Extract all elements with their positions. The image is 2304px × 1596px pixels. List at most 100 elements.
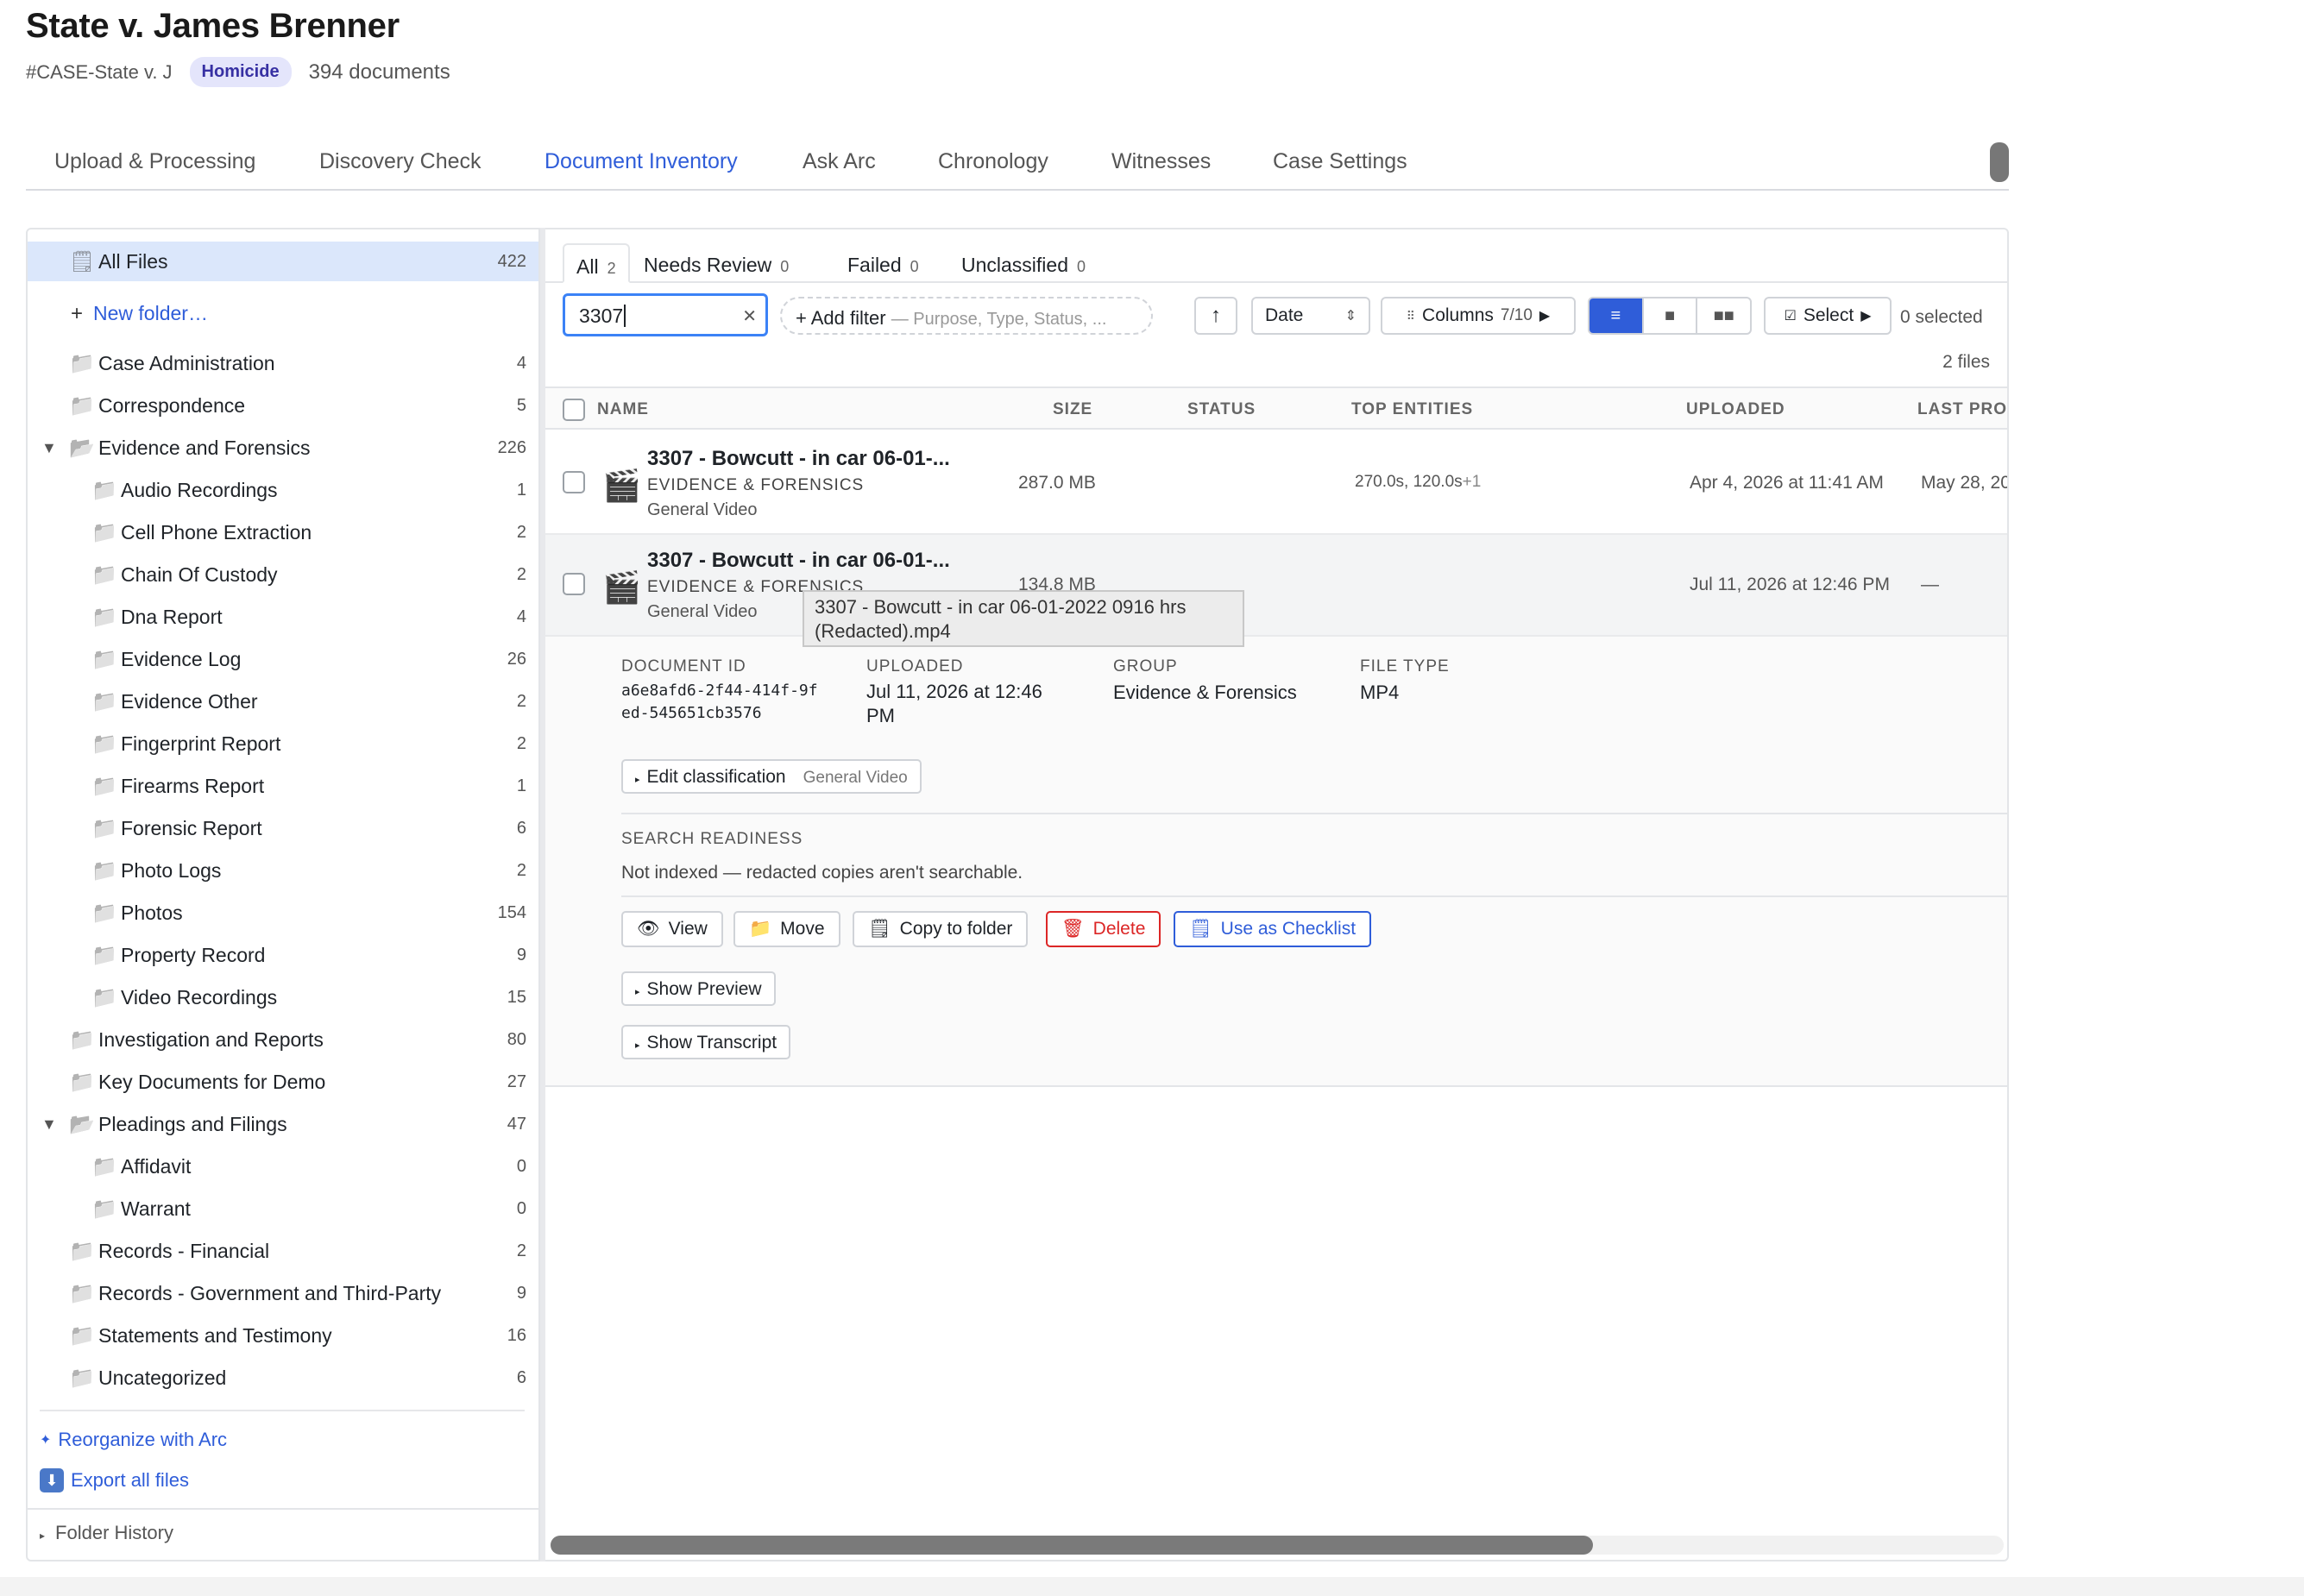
tab-witnesses[interactable]: Witnesses [1111,149,1211,174]
select-button[interactable]: ☑ Select ▶ [1764,297,1892,335]
folder-icon: 📁 [91,1197,117,1221]
folder-uncategorized[interactable]: 📁 Uncategorized 6 [28,1358,538,1398]
folder-all-files[interactable]: 🗒 All Files 422 [28,242,538,281]
entities-value: 270.0s, 120.0s [1355,473,1463,491]
folder-evidence-log[interactable]: 📁 Evidence Log 26 [28,639,538,679]
tab-chronology[interactable]: Chronology [938,149,1048,174]
folder-history-toggle[interactable]: ▸ Folder History [28,1508,538,1560]
folder-records-financial[interactable]: 📁 Records - Financial 2 [28,1231,538,1271]
scrollbar-thumb[interactable] [551,1536,1593,1555]
column-header-name[interactable]: NAME [597,400,649,419]
folder-correspondence[interactable]: 📁 Correspondence 5 [28,386,538,425]
tab-upload-processing[interactable]: Upload & Processing [54,149,255,174]
last-processed-date: May 28, 2026 [1921,473,2009,493]
subtab-label: Failed [847,254,902,276]
grid-view-icon[interactable]: ■ [1641,298,1697,333]
folder-cell-phone-extraction[interactable]: 📁 Cell Phone Extraction 2 [28,512,538,552]
folder-firearms-report[interactable]: 📁 Firearms Report 1 [28,766,538,806]
folder-evidence-and-forensics[interactable]: ▼ 📂 Evidence and Forensics 226 [28,428,538,468]
columns-button[interactable]: ⠿ Columns 7/10 ▶ [1381,297,1576,335]
column-header-top-entities[interactable]: TOP ENTITIES [1351,400,1473,419]
reorganize-with-arc-link[interactable]: ✦ Reorganize with Arc [40,1429,227,1451]
subtab-count: 0 [910,258,919,275]
row-checkbox[interactable] [563,573,585,595]
split-view-icon[interactable]: ■■ [1696,298,1750,333]
columns-label: Columns [1422,305,1494,325]
folder-icon: 📁 [91,562,117,587]
folder-name: All Files [98,249,168,273]
tab-discovery-check[interactable]: Discovery Check [319,149,482,174]
caret-down-icon[interactable]: ▼ [41,1115,57,1134]
move-button[interactable]: 📁 Move [733,911,840,947]
folder-dna-report[interactable]: 📁 Dna Report 4 [28,597,538,637]
add-filter-button[interactable]: + Add filter — Purpose, Type, Status, ..… [780,297,1153,335]
clear-search-icon[interactable]: ✕ [742,305,757,327]
folder-photo-logs[interactable]: 📁 Photo Logs 2 [28,851,538,890]
edit-classification-label: Edit classification [646,767,786,787]
table-row[interactable]: 🎬 3307 - Bowcutt - in car 06-01-... EVID… [545,433,2009,535]
file-name[interactable]: 3307 - Bowcutt - in car 06-01-... [647,549,950,573]
folder-forensic-report[interactable]: 📁 Forensic Report 6 [28,808,538,848]
updown-chevron-icon: ⇕ [1344,309,1357,324]
selected-count: 0 selected [1900,307,1983,327]
folder-count: 422 [497,251,526,271]
tab-scrollbar[interactable] [1990,142,2009,182]
folder-audio-recordings[interactable]: 📁 Audio Recordings 1 [28,470,538,510]
column-header-size[interactable]: SIZE [1053,400,1092,419]
folder-count: 4 [516,606,526,626]
column-header-status[interactable]: STATUS [1187,400,1256,419]
subtab-all[interactable]: All 2 [563,243,630,283]
delete-button[interactable]: 🗑 Delete [1046,911,1161,947]
subtab-unclassified[interactable]: Unclassified 0 [949,243,1098,283]
folder-chain-of-custody[interactable]: 📁 Chain Of Custody 2 [28,555,538,594]
folder-name: Property Record [121,943,266,966]
folder-video-recordings[interactable]: 📁 Video Recordings 15 [28,977,538,1017]
caret-down-icon[interactable]: ▼ [41,439,57,457]
subtab-needs-review[interactable]: Needs Review 0 [632,243,801,283]
list-view-icon[interactable]: ≡ [1590,298,1642,333]
view-button[interactable]: 👁 View [621,911,723,947]
folder-icon: 📁 [69,1027,95,1052]
column-header-uploaded[interactable]: UPLOADED [1686,400,1785,419]
folder-warrant[interactable]: 📁 Warrant 0 [28,1189,538,1228]
tab-case-settings[interactable]: Case Settings [1273,149,1407,174]
folder-icon: 📁 [91,943,117,967]
folder-case-administration[interactable]: 📁 Case Administration 4 [28,343,538,383]
sort-field-select[interactable]: Date ⇕ [1251,297,1370,335]
window-bottom-bar [0,1577,2304,1596]
folder-evidence-other[interactable]: 📁 Evidence Other 2 [28,682,538,721]
select-all-checkbox[interactable] [563,399,585,421]
folder-pleadings-and-filings[interactable]: ▼ 📂 Pleadings and Filings 47 [28,1104,538,1144]
columns-count: 7/10 [1500,306,1533,324]
file-type: General Video [647,500,758,519]
folder-records-government-and-third-party[interactable]: 📁 Records - Government and Third-Party 9 [28,1273,538,1313]
folder-fingerprint-report[interactable]: 📁 Fingerprint Report 2 [28,724,538,763]
filter-tab-bar: All 2 Needs Review 0 Failed 0 Unclassified 0 [545,229,2007,283]
column-header-last-processed[interactable]: LAST PRO [1917,400,2007,419]
folder-photos[interactable]: 📁 Photos 154 [28,893,538,933]
folder-count: 16 [507,1325,526,1345]
tab-document-inventory[interactable]: Document Inventory [545,149,738,174]
new-folder-button[interactable]: + New folder… [71,302,208,326]
subtab-label: All [576,255,599,278]
export-all-files-link[interactable]: ⬇ Export all files [40,1468,189,1492]
row-checkbox[interactable] [563,471,585,493]
folder-statements-and-testimony[interactable]: 📁 Statements and Testimony 16 [28,1316,538,1355]
horizontal-scrollbar[interactable] [551,1536,2004,1555]
sort-direction-button[interactable]: ↑ [1194,297,1237,335]
edit-classification-toggle[interactable]: ▸ Edit classification General Video [621,759,922,794]
table-row[interactable]: 🎬 3307 - Bowcutt - in car 06-01-... EVID… [545,535,2007,637]
folder-property-record[interactable]: 📁 Property Record 9 [28,935,538,975]
use-as-checklist-button[interactable]: 🗒 Use as Checklist [1174,911,1372,947]
folder-key-documents-for-demo[interactable]: 📁 Key Documents for Demo 27 [28,1062,538,1102]
folder-count: 226 [497,437,526,457]
tab-ask-arc[interactable]: Ask Arc [803,149,876,174]
subtab-failed[interactable]: Failed 0 [835,243,931,283]
folder-affidavit[interactable]: 📁 Affidavit 0 [28,1147,538,1186]
file-name[interactable]: 3307 - Bowcutt - in car 06-01-... [647,447,950,471]
search-input[interactable]: 3307 ✕ [563,293,768,336]
show-preview-toggle[interactable]: ▸ Show Preview [621,971,776,1006]
copy-to-folder-button[interactable]: 🗒 Copy to folder [853,911,1029,947]
folder-investigation-and-reports[interactable]: 📁 Investigation and Reports 80 [28,1020,538,1059]
show-transcript-toggle[interactable]: ▸ Show Transcript [621,1025,791,1059]
